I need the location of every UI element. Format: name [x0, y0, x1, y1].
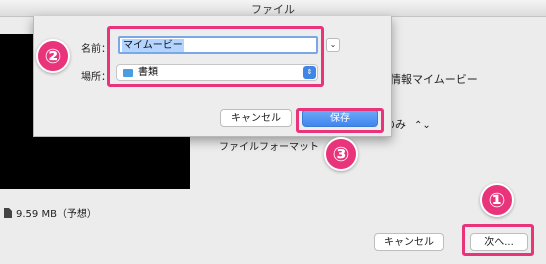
highlight-next — [462, 224, 534, 256]
window-titlebar: ファイル — [0, 0, 546, 17]
chevron-down-icon: ⌄ — [329, 40, 337, 49]
step-3-badge: ③ — [324, 137, 358, 171]
sheet-cancel-button[interactable]: キャンセル — [220, 109, 292, 127]
highlight-name-place — [107, 26, 324, 87]
expand-button[interactable]: ⌄ — [326, 38, 340, 52]
filesize-text: 9.59 MB（予想） — [16, 209, 97, 220]
filesize-info: 9.59 MB（予想） — [4, 205, 97, 220]
step-2-badge: ② — [36, 39, 70, 73]
document-icon — [4, 207, 12, 218]
updown-arrow-icon: ⌃⌄ — [414, 120, 431, 131]
info-text: の情報マイムービー — [379, 73, 478, 86]
highlight-save — [296, 108, 384, 133]
cancel-button[interactable]: キャンセル — [374, 233, 444, 251]
window-title: ファイル — [251, 3, 295, 16]
step-1-badge: ① — [480, 183, 514, 217]
file-format-label: ファイルフォーマット — [219, 142, 319, 153]
